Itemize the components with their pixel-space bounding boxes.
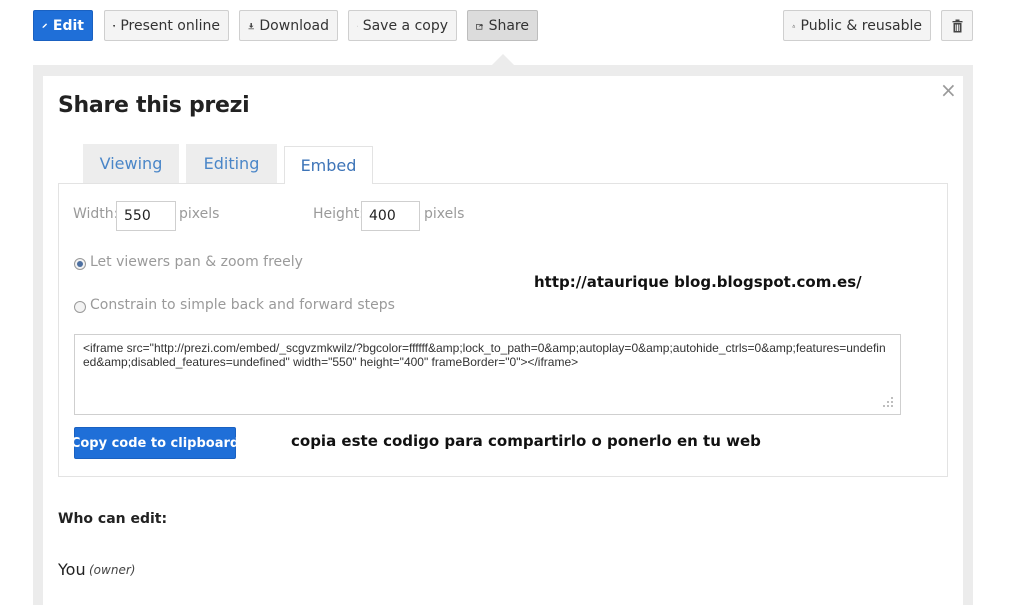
present-online-label: Present online	[120, 18, 220, 34]
width-input[interactable]	[116, 201, 176, 231]
tab-editing-label: Editing	[204, 154, 260, 173]
copy-code-button[interactable]: Copy code to clipboard	[74, 427, 236, 459]
recycle-icon	[792, 19, 796, 33]
presentation-screen-icon	[113, 19, 115, 33]
edit-button-label: Edit	[53, 18, 84, 34]
dialog-title: Share this prezi	[58, 93, 249, 118]
height-unit-label: pixels	[424, 206, 464, 222]
height-input[interactable]	[361, 201, 420, 231]
blog-url-annotation: http://ataurique blog.blogspot.com.es/	[534, 273, 862, 291]
width-label: Width:	[73, 206, 118, 222]
copy-document-icon	[357, 19, 358, 33]
download-button[interactable]: Download	[239, 10, 338, 41]
tab-viewing[interactable]: Viewing	[83, 144, 179, 183]
edit-button[interactable]: Edit	[33, 10, 93, 41]
resize-grip-icon[interactable]	[882, 396, 894, 408]
tab-viewing-label: Viewing	[100, 154, 163, 173]
owner-name: You	[58, 560, 86, 579]
save-copy-button[interactable]: Save a copy	[348, 10, 457, 41]
trash-icon	[952, 19, 963, 33]
share-button[interactable]: Share	[467, 10, 538, 41]
tab-embed[interactable]: Embed	[284, 146, 373, 184]
tab-embed-label: Embed	[301, 156, 357, 175]
constrain-steps-radio[interactable]	[74, 301, 86, 313]
public-reusable-label: Public & reusable	[801, 18, 922, 34]
width-unit-label: pixels	[179, 206, 219, 222]
delete-button[interactable]	[941, 10, 973, 41]
share-arrow-icon	[476, 19, 484, 33]
present-online-button[interactable]: Present online	[104, 10, 229, 41]
save-copy-label: Save a copy	[363, 18, 448, 34]
download-icon	[248, 19, 254, 33]
embed-code-textarea[interactable]: <iframe src="http://prezi.com/embed/_scg…	[74, 334, 901, 415]
instruction-annotation: copia este codigo para compartirlo o pon…	[291, 432, 761, 450]
pan-zoom-label: Let viewers pan & zoom freely	[90, 254, 303, 270]
owner-tag: (owner)	[89, 563, 135, 577]
close-dialog-button[interactable]: ×	[940, 80, 956, 100]
download-label: Download	[259, 18, 329, 34]
copy-code-label: Copy code to clipboard	[71, 436, 239, 451]
who-can-edit-heading: Who can edit:	[58, 511, 167, 527]
share-label: Share	[489, 18, 529, 34]
constrain-steps-label: Constrain to simple back and forward ste…	[90, 297, 395, 313]
tab-editing[interactable]: Editing	[186, 144, 277, 183]
pan-zoom-radio[interactable]	[74, 258, 86, 270]
pencil-icon	[42, 19, 48, 32]
share-dialog-pointer	[492, 54, 514, 65]
public-reusable-button[interactable]: Public & reusable	[783, 10, 931, 41]
close-icon: ×	[940, 78, 957, 102]
height-label: Height:	[313, 206, 364, 222]
